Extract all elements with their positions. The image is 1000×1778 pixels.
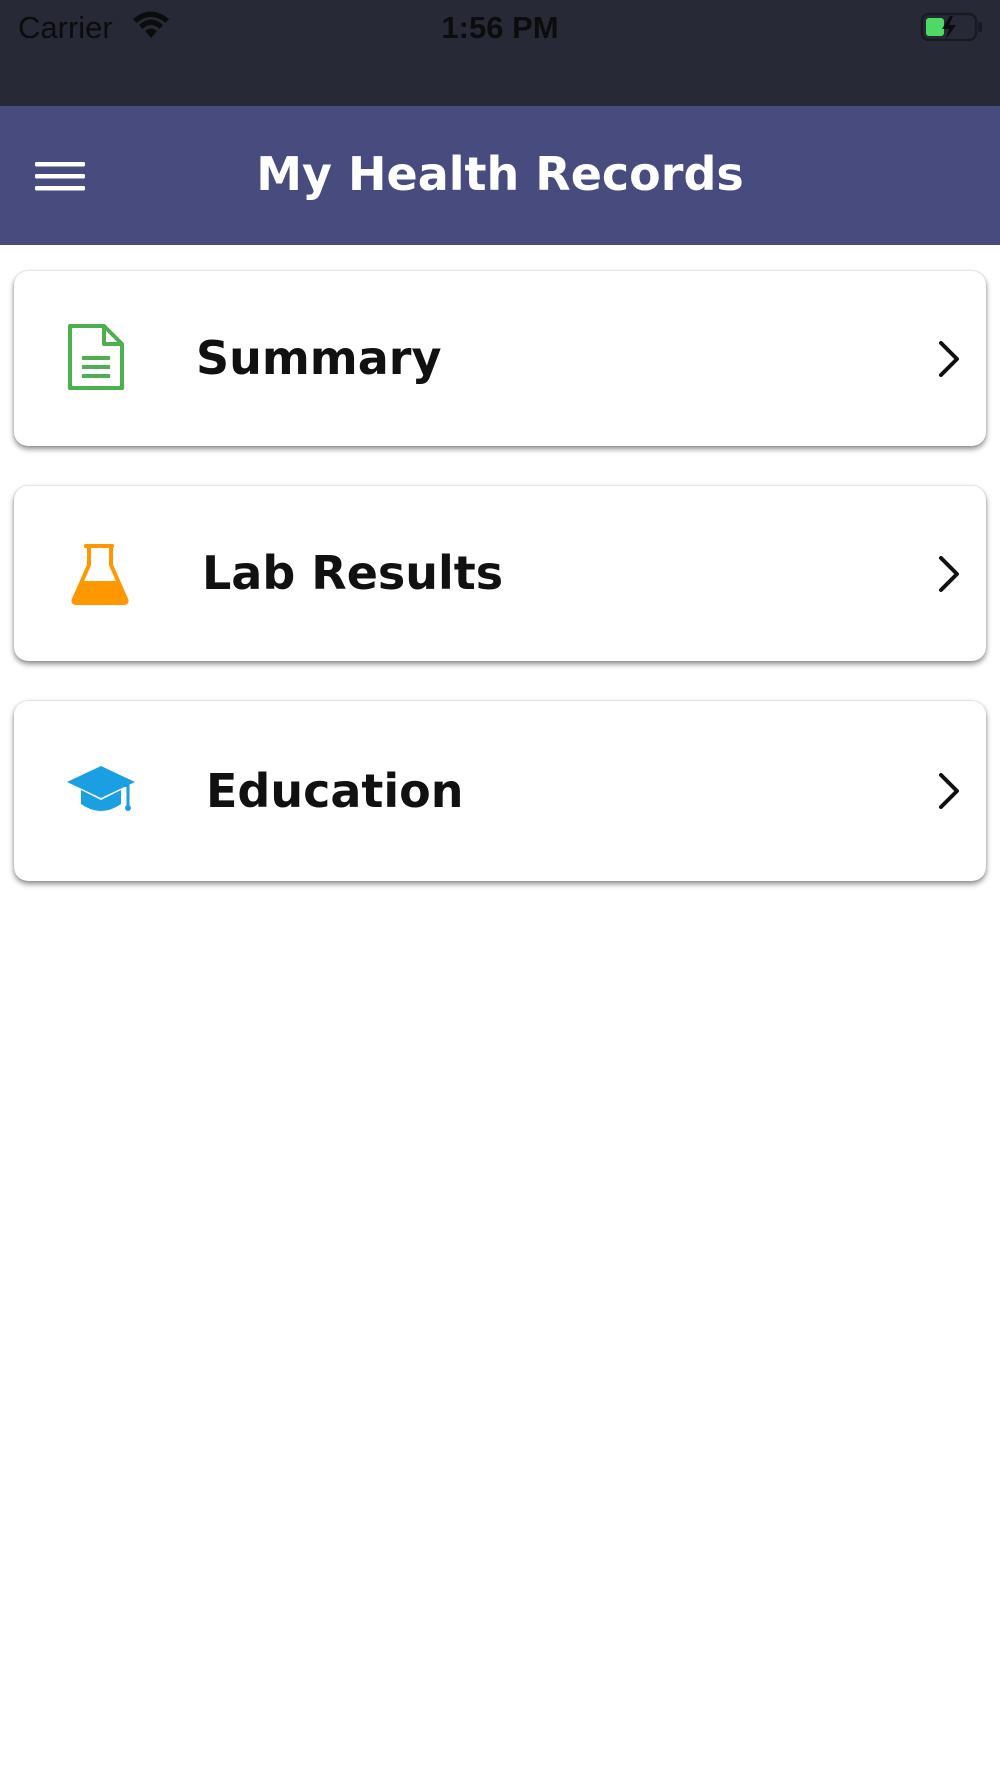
summary-label: Summary — [196, 331, 442, 385]
status-bar: Carrier 1:56 PM — [0, 0, 1000, 106]
status-time: 1:56 PM — [441, 10, 559, 45]
education-card[interactable]: Education — [14, 701, 986, 881]
chevron-right-icon — [939, 773, 959, 809]
lab-results-label: Lab Results — [202, 546, 504, 600]
summary-card[interactable]: Summary — [14, 271, 986, 446]
lab-results-card[interactable]: Lab Results — [14, 486, 986, 661]
chevron-right-icon — [939, 556, 959, 592]
document-icon — [68, 324, 124, 390]
chevron-right-icon — [939, 341, 959, 377]
education-label: Education — [206, 764, 464, 818]
app-header: My Health Records — [0, 106, 1000, 245]
page-title: My Health Records — [256, 147, 744, 201]
flask-icon — [71, 544, 129, 605]
graduation-cap-icon — [67, 766, 135, 811]
battery-icon — [920, 12, 982, 42]
